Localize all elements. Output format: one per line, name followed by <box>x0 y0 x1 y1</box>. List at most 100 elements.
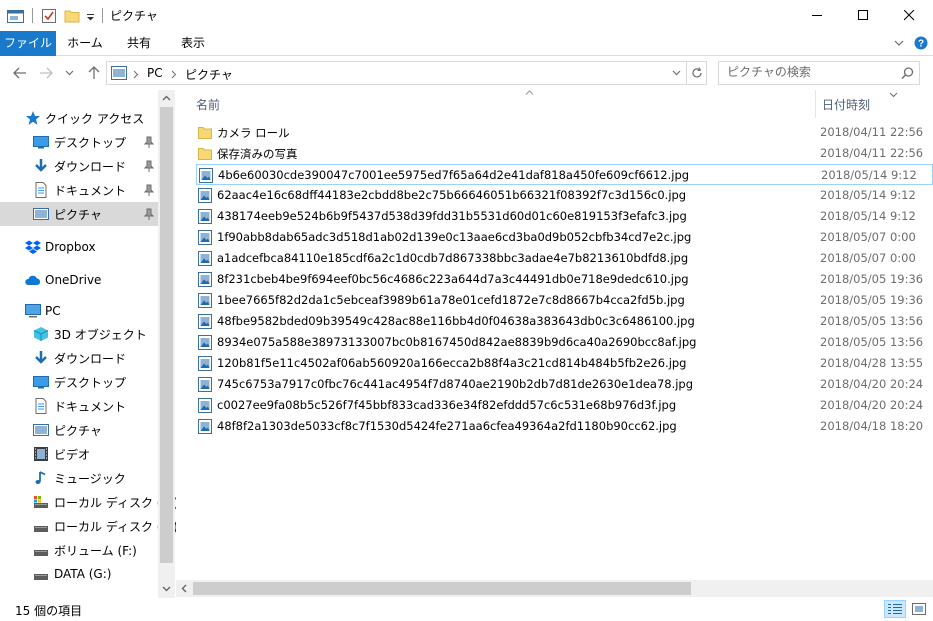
nav-item-videos[interactable]: ビデオ <box>0 442 158 466</box>
breadcrumb-pictures[interactable]: ピクチャ <box>185 66 233 83</box>
file-date: 2018/04/11 22:56 <box>820 125 924 139</box>
tab-file[interactable]: ファイル <box>0 31 56 56</box>
pin-icon[interactable] <box>144 208 154 220</box>
nav-item-dropbox[interactable]: Dropbox <box>0 235 158 259</box>
expand-ribbon-icon[interactable] <box>893 37 905 49</box>
tab-view[interactable]: 表示 <box>168 31 218 56</box>
folder-row[interactable]: カメラ ロール 2018/04/11 22:56 <box>196 122 933 143</box>
address-bar[interactable]: PC ピクチャ <box>106 61 707 85</box>
file-row[interactable]: 62aac4e16c68dff44183e2cbdd8be2c75b666460… <box>196 185 933 206</box>
image-file-icon <box>198 398 212 413</box>
nav-item-downloads[interactable]: ダウンロード <box>0 346 158 370</box>
nav-item-desktop[interactable]: デスクトップ <box>0 370 158 394</box>
nav-item-drive-f[interactable]: ボリューム (F:) <box>0 538 158 562</box>
column-dropdown-icon[interactable] <box>889 92 898 98</box>
file-date: 2018/05/05 19:36 <box>820 293 924 307</box>
nav-item-music[interactable]: ミュージック <box>0 466 158 490</box>
minimize-button[interactable] <box>794 0 840 31</box>
new-folder-icon[interactable] <box>64 8 80 24</box>
tab-home[interactable]: ホーム <box>60 31 110 56</box>
file-row[interactable]: c0027ee9fa08b5c526f7f45bbf833cad336e34f8… <box>196 395 933 416</box>
nav-item-quick-access[interactable]: クイック アクセス <box>0 106 158 130</box>
folder-icon <box>198 148 212 160</box>
file-date: 2018/05/07 0:00 <box>820 230 916 244</box>
file-name: 48fbe9582bded09b39549c428ac88e116bb4d0f0… <box>217 314 695 328</box>
file-name: a1adcefbca84110e185cdf6a2c1d0cdb7d867338… <box>217 251 689 265</box>
nav-item-label: PC <box>45 304 61 318</box>
scrollbar-thumb[interactable] <box>160 107 173 563</box>
search-box[interactable] <box>718 61 920 85</box>
nav-item-downloads-pinned[interactable]: ダウンロード <box>0 154 158 178</box>
image-file-icon <box>198 419 212 434</box>
title-separator <box>32 8 33 23</box>
recent-locations-button[interactable] <box>63 64 75 82</box>
nav-item-3d-objects[interactable]: 3D オブジェクト <box>0 322 158 346</box>
minimize-icon <box>811 15 822 16</box>
nav-item-drive-g[interactable]: DATA (G:) <box>0 562 158 586</box>
column-header-name[interactable]: 名前 <box>196 96 220 113</box>
chevron-right-icon[interactable] <box>171 70 177 79</box>
address-history-button[interactable] <box>667 62 686 84</box>
search-input[interactable] <box>727 65 897 79</box>
nav-item-pictures[interactable]: ピクチャ <box>0 418 158 442</box>
title-bar: ピクチャ <box>0 0 933 31</box>
nav-item-pc[interactable]: PC <box>0 299 158 323</box>
file-date: 2018/05/07 0:00 <box>820 251 916 265</box>
arrow-up-icon <box>88 66 100 79</box>
breadcrumb-pc[interactable]: PC <box>147 66 163 80</box>
tab-share[interactable]: 共有 <box>114 31 164 56</box>
file-row[interactable]: a1adcefbca84110e185cdf6a2c1d0cdb7d867338… <box>196 248 933 269</box>
scrollbar-thumb[interactable] <box>193 582 691 595</box>
file-row[interactable]: 1bee7665f82d2da1c5ebceaf3989b61a78e01cef… <box>196 290 933 311</box>
folder-row[interactable]: 保存済みの写真 2018/04/11 22:56 <box>196 143 933 164</box>
star-icon <box>26 111 40 125</box>
nav-item-onedrive[interactable]: OneDrive <box>0 268 158 292</box>
nav-item-drive-e[interactable]: ローカル ディスク (E:) <box>0 514 178 538</box>
nav-pane-scrollbar[interactable] <box>158 90 175 598</box>
pin-icon[interactable] <box>144 160 154 172</box>
3d-objects-icon <box>33 327 49 341</box>
column-header-date[interactable]: 日付時刻 <box>822 96 870 113</box>
up-button[interactable] <box>85 64 103 82</box>
drive-icon <box>34 526 48 532</box>
scroll-down-icon[interactable] <box>162 586 171 592</box>
file-name: 4b6e60030cde390047c7001ee5975ed7f65a64d2… <box>218 168 690 182</box>
back-button[interactable] <box>11 64 29 82</box>
forward-button[interactable] <box>37 64 55 82</box>
file-row[interactable]: 745c6753a7917c0fbc76c441ac4954f7d8740ae2… <box>196 374 933 395</box>
details-view-button[interactable] <box>884 600 906 618</box>
file-row[interactable]: 120b81f5e11c4502af06ab560920a166ecca2b88… <box>196 353 933 374</box>
image-file-icon <box>198 230 212 245</box>
properties-icon[interactable] <box>41 8 57 24</box>
refresh-button[interactable] <box>686 62 706 84</box>
nav-item-documents-pinned[interactable]: ドキュメント <box>0 178 158 202</box>
nav-item-drive-c[interactable]: ローカル ディスク (C:) <box>0 490 179 514</box>
file-row[interactable]: 48f8f2a1303de5033cf8c7f1530d5424fe271aa6… <box>196 416 933 437</box>
nav-item-documents[interactable]: ドキュメント <box>0 394 158 418</box>
pin-icon[interactable] <box>144 184 154 196</box>
nav-item-pictures-pinned[interactable]: ピクチャ <box>0 202 158 226</box>
navigation-pane: クイック アクセス デスクトップ ダウンロード ドキュメント ピクチャ Drop… <box>0 90 179 598</box>
file-row[interactable]: 8934e075a588e38973133007bc0b8167450d842a… <box>196 332 933 353</box>
nav-item-desktop-pinned[interactable]: デスクトップ <box>0 130 158 154</box>
column-separator[interactable] <box>815 90 816 118</box>
scroll-up-icon[interactable] <box>162 95 171 101</box>
scroll-left-icon[interactable] <box>181 584 187 593</box>
file-row[interactable]: 4b6e60030cde390047c7001ee5975ed7f65a64d2… <box>196 164 933 185</box>
close-button[interactable] <box>886 0 932 31</box>
file-date: 2018/04/20 20:24 <box>820 377 924 391</box>
customize-toolbar-dropdown-icon[interactable] <box>86 8 95 24</box>
file-row[interactable]: 8f231cbeb4be9f694eef0bc56c4686c223a644d7… <box>196 269 933 290</box>
large-icons-view-button[interactable] <box>908 600 930 618</box>
large-icons-view-icon <box>912 603 926 615</box>
file-date: 2018/04/11 22:56 <box>820 146 924 160</box>
file-date: 2018/05/05 19:36 <box>820 272 924 286</box>
file-row[interactable]: 1f90abb8dab65adc3d518d1ab02d139e0c13aae6… <box>196 227 933 248</box>
file-row[interactable]: 438174eeb9e524b6b9f5437d538d39fdd31b5531… <box>196 206 933 227</box>
file-list-horizontal-scrollbar[interactable] <box>176 580 933 597</box>
file-row[interactable]: 48fbe9582bded09b39549c428ac88e116bb4d0f0… <box>196 311 933 332</box>
nav-item-label: デスクトップ <box>54 135 127 150</box>
maximize-button[interactable] <box>840 0 886 31</box>
pin-icon[interactable] <box>144 136 154 148</box>
help-icon[interactable]: ? <box>914 36 928 50</box>
